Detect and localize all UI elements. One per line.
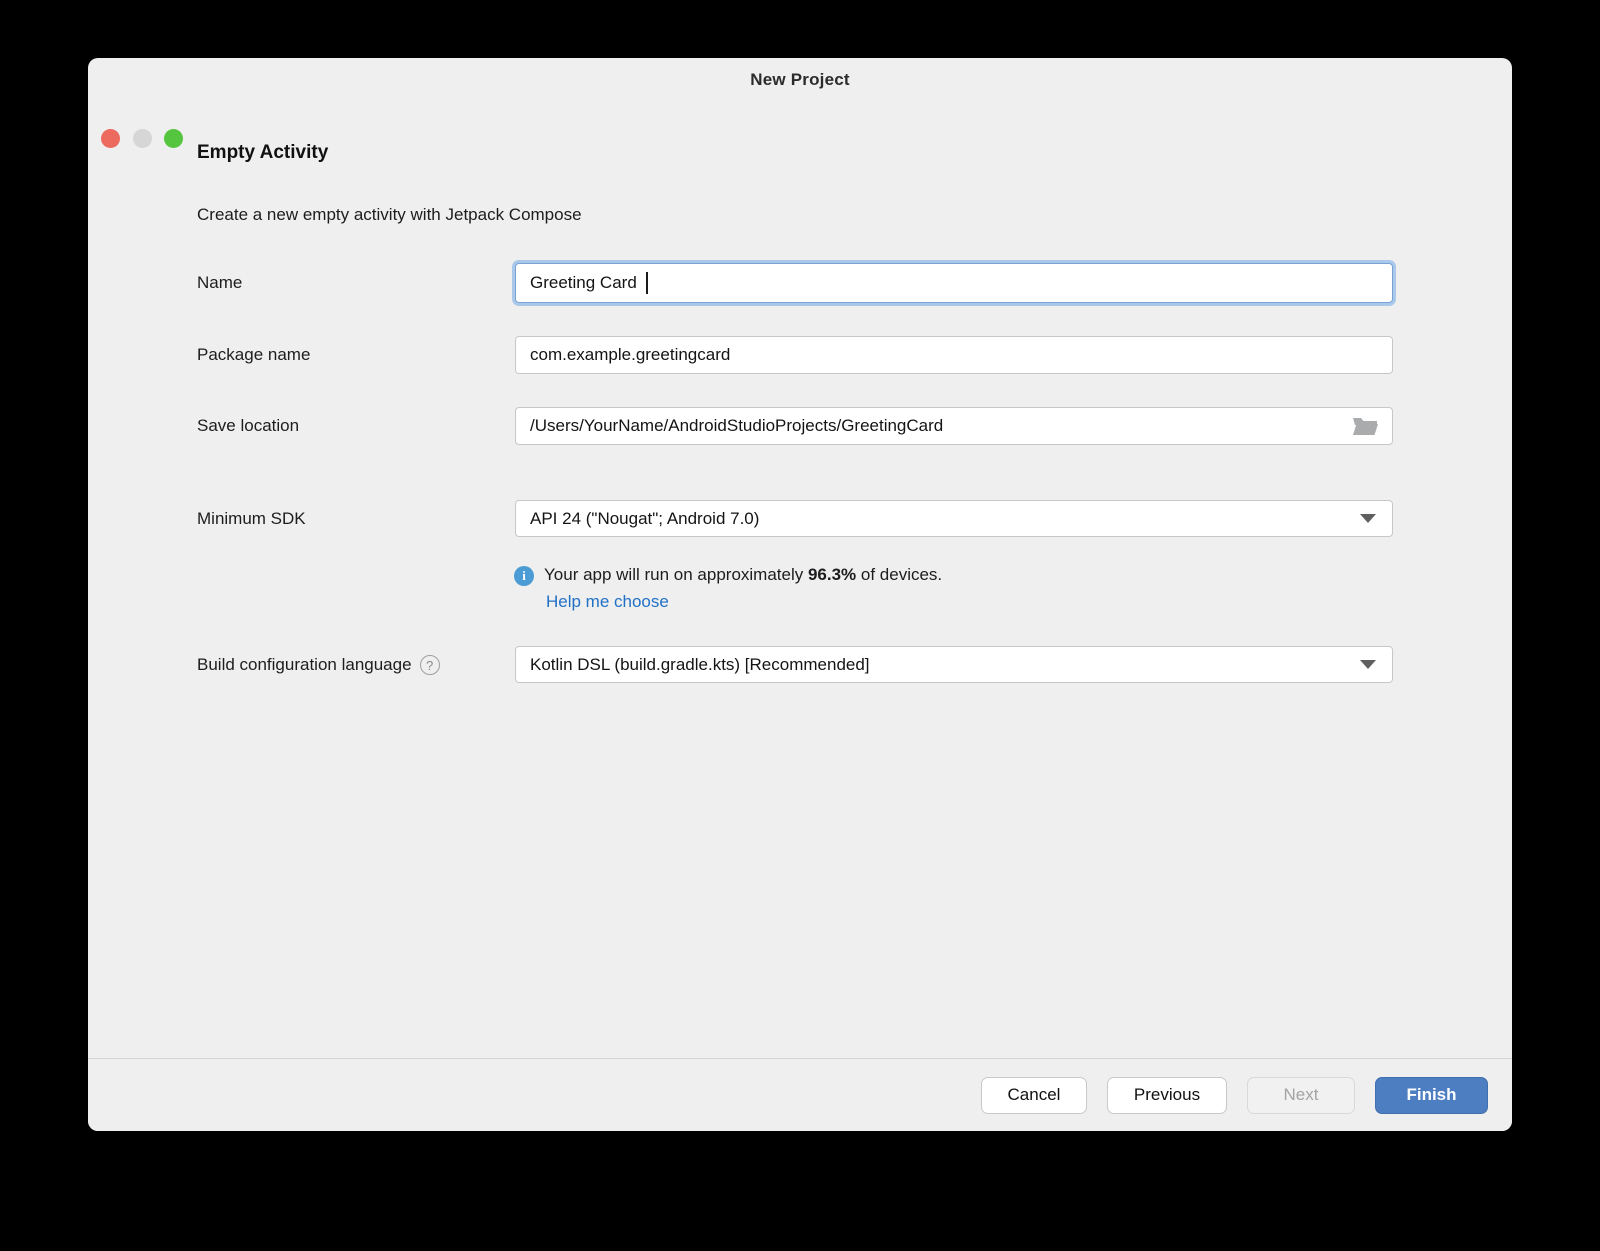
sdk-coverage-percent: 96.3%	[808, 565, 856, 584]
browse-folder-icon[interactable]	[1352, 415, 1378, 437]
package-name-label: Package name	[197, 345, 310, 365]
chevron-down-icon	[1360, 660, 1376, 669]
save-location-label: Save location	[197, 416, 299, 436]
save-location-value: /Users/YourName/AndroidStudioProjects/Gr…	[530, 416, 1352, 436]
sdk-coverage-text: Your app will run on approximately 96.3%…	[544, 565, 942, 585]
cancel-button[interactable]: Cancel	[981, 1077, 1087, 1114]
text-caret	[646, 272, 648, 294]
save-location-input[interactable]: /Users/YourName/AndroidStudioProjects/Gr…	[515, 407, 1393, 445]
sdk-coverage-note: i Your app will run on approximately 96.…	[514, 565, 942, 586]
help-me-choose-link[interactable]: Help me choose	[546, 592, 669, 612]
minimum-sdk-select[interactable]: API 24 ("Nougat"; Android 7.0)	[515, 500, 1393, 537]
build-config-label: Build configuration language ?	[197, 655, 440, 675]
name-label: Name	[197, 273, 242, 293]
minimize-button	[133, 129, 152, 148]
page-subtitle: Create a new empty activity with Jetpack…	[197, 205, 582, 225]
previous-button[interactable]: Previous	[1107, 1077, 1227, 1114]
minimum-sdk-label: Minimum SDK	[197, 509, 306, 529]
footer: Cancel Previous Next Finish	[88, 1059, 1512, 1131]
window-title: New Project	[88, 58, 1512, 102]
close-button[interactable]	[101, 129, 120, 148]
page-title: Empty Activity	[197, 142, 328, 164]
chevron-down-icon	[1360, 514, 1376, 523]
help-icon[interactable]: ?	[420, 655, 440, 675]
info-icon: i	[514, 566, 534, 586]
next-button: Next	[1247, 1077, 1355, 1114]
build-config-value: Kotlin DSL (build.gradle.kts) [Recommend…	[530, 655, 1360, 675]
build-config-select[interactable]: Kotlin DSL (build.gradle.kts) [Recommend…	[515, 646, 1393, 683]
package-name-input[interactable]: com.example.greetingcard	[515, 336, 1393, 374]
finish-button[interactable]: Finish	[1375, 1077, 1488, 1114]
zoom-button[interactable]	[164, 129, 183, 148]
new-project-dialog: New Project Empty Activity Create a new …	[88, 58, 1512, 1131]
package-name-value: com.example.greetingcard	[530, 345, 1378, 365]
titlebar: New Project	[88, 58, 1512, 102]
name-input[interactable]: Greeting Card	[515, 263, 1393, 303]
name-input-value: Greeting Card	[530, 273, 1378, 293]
minimum-sdk-value: API 24 ("Nougat"; Android 7.0)	[530, 509, 1360, 529]
